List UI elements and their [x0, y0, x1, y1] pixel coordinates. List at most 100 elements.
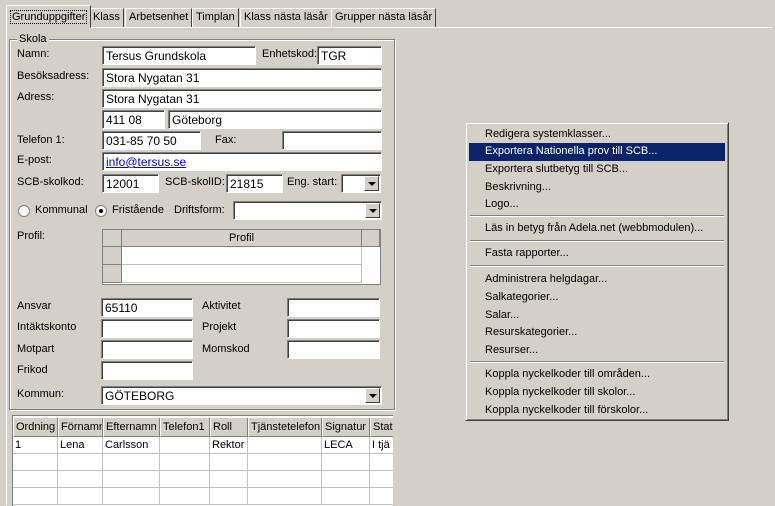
- menu-item-keycodes-schools[interactable]: Koppla nyckelkoder till skolor...: [469, 384, 725, 402]
- table-cell[interactable]: LECA: [322, 437, 370, 454]
- column-header-fornamn[interactable]: Förnamn: [58, 418, 103, 437]
- municipality-label: Kommun:: [17, 388, 65, 400]
- email-label: E-post:: [17, 154, 52, 166]
- tab-grupper-nasta-lasar[interactable]: Grupper nästa läsår: [331, 8, 437, 27]
- table-cell[interactable]: [160, 471, 210, 488]
- postal-code-field[interactable]: 411 08: [102, 110, 165, 129]
- phone-label: Telefon 1:: [17, 134, 65, 146]
- context-menu: Redigera systemklasser... Exportera Nati…: [465, 122, 729, 421]
- table-cell[interactable]: [103, 488, 160, 505]
- menu-item-resource-categories[interactable]: Resurskategorier...: [469, 324, 725, 342]
- menu-item-edit-system-classes[interactable]: Redigera systemklasser...: [469, 126, 725, 144]
- tab-timplan[interactable]: Timplan: [192, 8, 239, 27]
- menu-item-room-categories[interactable]: Salkategorier...: [469, 289, 725, 307]
- column-header-tjanstetelefon[interactable]: Tjänstetelefon: [248, 418, 322, 437]
- table-cell[interactable]: [248, 454, 322, 471]
- table-cell[interactable]: [248, 488, 322, 505]
- table-cell[interactable]: [13, 488, 58, 505]
- phone-field[interactable]: 031-85 70 50: [102, 131, 201, 150]
- visit-address-field[interactable]: Stora Nygatan 31: [102, 68, 382, 87]
- row-selector[interactable]: [103, 265, 122, 283]
- project-field[interactable]: [287, 319, 380, 338]
- column-header-telefon1[interactable]: Telefon1: [160, 418, 210, 437]
- free-code-field[interactable]: [101, 361, 193, 380]
- city-field[interactable]: Göteborg: [168, 110, 382, 129]
- table-cell[interactable]: [103, 471, 160, 488]
- table-cell[interactable]: [58, 471, 103, 488]
- chevron-down-icon[interactable]: [365, 388, 380, 403]
- table-cell[interactable]: [58, 454, 103, 471]
- table-cell[interactable]: [370, 471, 393, 488]
- menu-item-logo[interactable]: Logo...: [469, 196, 725, 214]
- address-label: Adress:: [17, 91, 55, 103]
- table-cell[interactable]: [210, 471, 248, 488]
- scb-id-field[interactable]: 21815: [226, 174, 283, 193]
- tab-grunduppgifter[interactable]: Grunduppgifter: [6, 5, 92, 28]
- table-cell[interactable]: Lena: [58, 437, 103, 454]
- table-cell[interactable]: 1: [13, 437, 58, 454]
- operation-form-dropdown[interactable]: [233, 201, 382, 220]
- table-cell[interactable]: [13, 471, 58, 488]
- municipality-dropdown[interactable]: GÖTEBORG: [101, 386, 382, 405]
- chevron-down-icon[interactable]: [365, 203, 380, 218]
- menu-item-keycodes-preschools[interactable]: Koppla nyckelkoder till förskolor...: [469, 402, 725, 420]
- eng-start-dropdown[interactable]: [341, 174, 381, 193]
- row-selector[interactable]: [103, 247, 122, 265]
- responsible-field[interactable]: 65110: [101, 298, 193, 317]
- table-cell[interactable]: [322, 471, 370, 488]
- scb-code-field[interactable]: 12001: [102, 174, 159, 193]
- column-header-efternamn[interactable]: Efternamn: [103, 418, 160, 437]
- email-field[interactable]: info@tersus.se: [102, 152, 382, 171]
- column-header-signatur[interactable]: Signatur: [322, 418, 370, 437]
- table-cell[interactable]: Rektor: [210, 437, 248, 454]
- table-cell[interactable]: [210, 454, 248, 471]
- table-cell[interactable]: [322, 488, 370, 505]
- address-field[interactable]: Stora Nygatan 31: [102, 89, 382, 108]
- menu-item-export-final-grades[interactable]: Exportera slutbetyg till SCB...: [469, 161, 725, 179]
- table-cell[interactable]: [160, 454, 210, 471]
- fax-field[interactable]: [282, 131, 382, 150]
- table-cell[interactable]: [322, 454, 370, 471]
- profile-cell[interactable]: [122, 265, 362, 283]
- column-header-ordning[interactable]: Ordning: [13, 418, 58, 437]
- vat-code-field[interactable]: [287, 340, 380, 359]
- column-header-roll[interactable]: Roll: [210, 418, 248, 437]
- menu-item-description[interactable]: Beskrivning...: [469, 179, 725, 197]
- tab-klass-nasta-lasar[interactable]: Klass nästa läsår: [240, 8, 332, 27]
- table-cell[interactable]: [58, 488, 103, 505]
- staff-table[interactable]: Ordning Förnamn Efternamn Telefon1 Roll …: [12, 415, 393, 506]
- table-cell[interactable]: [248, 437, 322, 454]
- menu-item-import-grades-adela[interactable]: Läs in betyg från Adela.net (webbmodulen…: [469, 220, 725, 238]
- menu-item-resources[interactable]: Resurser...: [469, 342, 725, 360]
- name-field[interactable]: Tersus Grundskola: [102, 46, 256, 65]
- menu-separator: [470, 215, 724, 217]
- menu-item-holidays[interactable]: Administrera helgdagar...: [469, 271, 725, 289]
- table-cell[interactable]: [103, 454, 160, 471]
- menu-item-fixed-reports[interactable]: Fasta rapporter...: [469, 245, 725, 263]
- profile-column-header[interactable]: Profil: [122, 230, 362, 247]
- table-cell[interactable]: [160, 488, 210, 505]
- radio-fristaende[interactable]: [95, 205, 107, 217]
- radio-kommunal[interactable]: [18, 205, 30, 217]
- income-account-field[interactable]: [101, 319, 193, 338]
- menu-item-rooms[interactable]: Salar...: [469, 307, 725, 325]
- counterpart-field[interactable]: [101, 340, 193, 359]
- table-cell[interactable]: [248, 471, 322, 488]
- profile-cell[interactable]: [122, 247, 362, 265]
- menu-item-export-national-tests[interactable]: Exportera Nationella prov till SCB...: [469, 143, 725, 161]
- table-cell[interactable]: [160, 437, 210, 454]
- chevron-down-icon[interactable]: [364, 176, 379, 191]
- table-cell[interactable]: Carlsson: [103, 437, 160, 454]
- activity-field[interactable]: [287, 298, 380, 317]
- table-cell[interactable]: [210, 488, 248, 505]
- table-cell[interactable]: I tjä: [370, 437, 393, 454]
- profile-grid[interactable]: Profil: [102, 229, 381, 285]
- column-header-status[interactable]: Stat: [370, 418, 393, 437]
- menu-item-keycodes-areas[interactable]: Koppla nyckelkoder till områden...: [469, 366, 725, 384]
- table-cell[interactable]: [13, 454, 58, 471]
- tab-klass[interactable]: Klass: [89, 8, 124, 27]
- table-cell[interactable]: [370, 488, 393, 505]
- tab-arbetsenhet[interactable]: Arbetsenhet: [125, 8, 193, 27]
- unit-code-field[interactable]: TGR: [317, 46, 382, 65]
- table-cell[interactable]: [370, 454, 393, 471]
